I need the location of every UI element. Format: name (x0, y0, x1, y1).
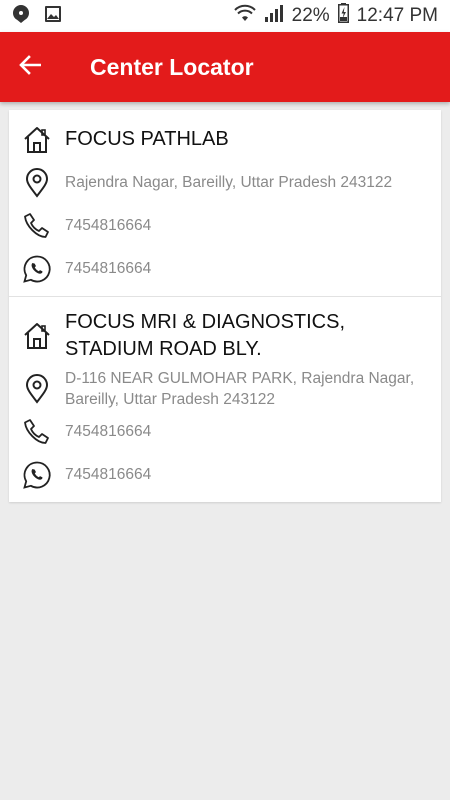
phone-row[interactable]: 7454816664 (9, 410, 441, 453)
wifi-icon (233, 3, 256, 29)
center-name: FOCUS PATHLAB (65, 128, 229, 150)
center-name-row: FOCUS MRI & DIAGNOSTICS, STADIUM ROAD BL… (9, 305, 441, 367)
home-icon (9, 321, 65, 351)
status-bar: 22% 12:47 PM (0, 0, 450, 32)
center-card[interactable]: FOCUS PATHLAB Rajendra Nagar, Bareilly, … (9, 110, 441, 297)
phone-row[interactable]: 7454816664 (9, 204, 441, 247)
location-pin-icon (9, 167, 65, 198)
arrow-left-icon (19, 54, 42, 80)
gallery-icon (44, 5, 62, 28)
center-name: FOCUS MRI & DIAGNOSTICS, STADIUM ROAD BL… (65, 311, 346, 360)
phone-icon (9, 211, 65, 241)
notification-icon (12, 4, 30, 29)
center-list: FOCUS PATHLAB Rajendra Nagar, Bareilly, … (9, 110, 441, 502)
address-row[interactable]: Rajendra Nagar, Bareilly, Uttar Pradesh … (9, 161, 441, 204)
battery-percent: 22% (291, 5, 330, 26)
app-bar: Center Locator (0, 32, 450, 102)
center-phone: 7454816664 (65, 217, 152, 234)
whatsapp-row[interactable]: 7454816664 (9, 453, 441, 496)
center-phone: 7454816664 (65, 423, 152, 440)
center-address: Rajendra Nagar, Bareilly, Uttar Pradesh … (65, 174, 393, 191)
phone-icon (9, 417, 65, 447)
clock: 12:47 PM (356, 5, 438, 26)
home-icon (9, 125, 65, 155)
back-button[interactable] (0, 32, 60, 102)
page-title: Center Locator (90, 53, 254, 80)
whatsapp-row[interactable]: 7454816664 (9, 247, 441, 290)
address-row[interactable]: D-116 NEAR GULMOHAR PARK, Rajendra Nagar… (9, 367, 441, 410)
center-whatsapp: 7454816664 (65, 466, 152, 483)
signal-icon (264, 4, 284, 28)
battery-icon (337, 3, 349, 29)
whatsapp-icon (9, 254, 65, 284)
center-address: D-116 NEAR GULMOHAR PARK, Rajendra Nagar… (65, 369, 415, 408)
location-pin-icon (9, 373, 65, 404)
center-name-row: FOCUS PATHLAB (9, 118, 441, 161)
center-card[interactable]: FOCUS MRI & DIAGNOSTICS, STADIUM ROAD BL… (9, 297, 441, 502)
center-whatsapp: 7454816664 (65, 260, 152, 277)
whatsapp-icon (9, 460, 65, 490)
